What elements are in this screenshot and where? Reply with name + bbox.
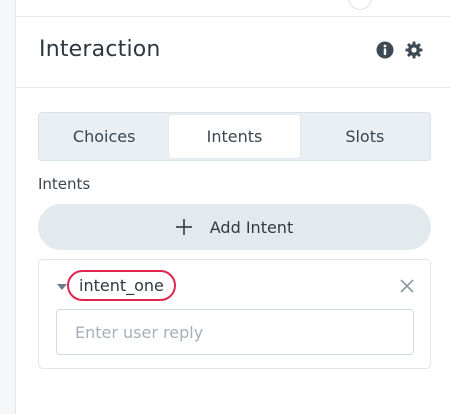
tab-slots[interactable]: Slots	[300, 113, 430, 160]
add-intent-button[interactable]: Add Intent	[38, 204, 431, 250]
intent-card: intent_one	[38, 259, 431, 369]
panel-header: Interaction	[16, 17, 450, 88]
user-reply-input[interactable]	[56, 309, 414, 355]
close-icon[interactable]	[398, 277, 416, 295]
tab-intents[interactable]: Intents	[169, 115, 300, 158]
top-partial-control[interactable]	[348, 0, 372, 10]
gear-icon[interactable]	[405, 41, 423, 59]
panel-title: Interaction	[39, 37, 161, 62]
interaction-panel: Interaction Choices Intents Slots Intent…	[15, 0, 450, 414]
plus-icon	[175, 219, 192, 235]
intent-name-highlight[interactable]: intent_one	[67, 270, 176, 301]
intent-name: intent_one	[79, 276, 164, 295]
tab-bar: Choices Intents Slots	[38, 112, 431, 161]
info-icon[interactable]	[376, 41, 394, 59]
top-strip	[16, 0, 450, 17]
intents-section-label: Intents	[38, 175, 91, 193]
caret-down-icon[interactable]	[57, 284, 67, 290]
tab-choices[interactable]: Choices	[39, 113, 169, 160]
add-intent-label: Add Intent	[209, 217, 294, 237]
